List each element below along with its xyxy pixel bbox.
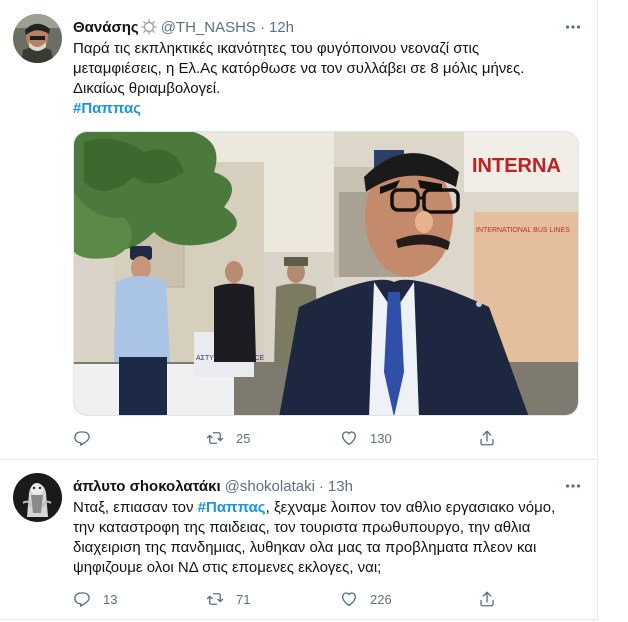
more-options-icon[interactable] — [563, 17, 583, 37]
share-icon — [480, 430, 494, 446]
reply-button[interactable]: 13 — [73, 590, 117, 608]
reply-button[interactable] — [73, 429, 103, 447]
like-button[interactable]: 226 — [340, 590, 392, 608]
retweet-button[interactable]: 71 — [206, 590, 250, 608]
share-button[interactable] — [478, 590, 496, 608]
tweet-actions: 25 130 — [73, 428, 583, 448]
heart-icon — [341, 592, 357, 607]
avatar[interactable] — [13, 473, 62, 522]
virus-emoji-icon — [141, 19, 157, 35]
like-count: 130 — [370, 430, 392, 446]
user-handle[interactable]: @TH_NASHS — [161, 19, 256, 36]
column-border — [597, 0, 598, 622]
tweet-header: Θανάσης @TH_NASHS · 12h — [73, 17, 583, 37]
share-icon — [480, 591, 494, 607]
heart-icon — [341, 431, 357, 446]
tweet-text-segment: , ξεχναμε λοιπον τον αθλιο εργασιακο νόμ… — [265, 499, 556, 516]
hashtag-link[interactable]: #Παππας — [73, 99, 583, 119]
hashtag-link[interactable]: #Παππας — [198, 499, 266, 516]
retweet-count: 71 — [236, 591, 251, 607]
shop-window-text: INTERNATIONAL BUS LINES — [476, 227, 570, 234]
like-button[interactable]: 130 — [340, 429, 392, 447]
tweet-header: άπλυτο σhοκολατάκι @shokolataki · 13h — [73, 476, 583, 496]
display-name[interactable]: Θανάσης — [73, 19, 139, 36]
separator-dot: · — [318, 477, 324, 495]
share-button[interactable] — [478, 429, 496, 447]
display-name[interactable]: άπλυτο σhοκολατάκι — [73, 478, 221, 495]
tweet-text-line: Νταξ, επιασαν τον #Παππας, ξεχναμε λοιπο… — [73, 498, 583, 518]
tweet-text-line: Δικαίως θριαμβολογεί. — [73, 80, 221, 97]
reply-icon — [74, 431, 90, 446]
tweet[interactable]: άπλυτο σhοκολατάκι @shokolataki · 13h Ντ… — [0, 460, 597, 619]
tweet-text: Νταξ, επιασαν τον #Παππας, ξεχναμε λοιπο… — [73, 498, 583, 578]
timeline: Θανάσης @TH_NASHS · 12h Παρά τις εκπληκτ… — [0, 0, 628, 622]
retweet-icon — [206, 593, 224, 605]
timestamp[interactable]: 13h — [328, 478, 353, 495]
tweet-text-line: την καταστροφη της παιδειας, τον τουριστ… — [73, 519, 531, 536]
tweet-text-line: μεταμφιέσεις, η Ελ.Ας κατόρθωσε να τον σ… — [73, 60, 525, 77]
retweet-count: 25 — [236, 430, 251, 446]
tweet[interactable]: Θανάσης @TH_NASHS · 12h Παρά τις εκπληκτ… — [0, 0, 597, 459]
timestamp[interactable]: 12h — [269, 19, 294, 36]
retweet-button[interactable]: 25 — [206, 429, 250, 447]
more-options-icon[interactable] — [563, 476, 583, 496]
shop-sign-text: INTERNA — [472, 155, 561, 177]
tweet-text-segment: Νταξ, επιασαν τον — [73, 499, 198, 516]
like-count: 226 — [370, 591, 392, 607]
tweet-text-line: διαχειριση της πανδημιας, λυθηκαν ολα μα… — [73, 539, 537, 556]
reply-icon — [74, 592, 90, 607]
retweet-icon — [206, 432, 224, 444]
user-handle[interactable]: @shokolataki — [225, 478, 315, 495]
separator-dot: · — [259, 18, 265, 36]
reply-count: 13 — [103, 591, 118, 607]
tweet-text: Παρά τις εκπληκτικές ικανότητες του φυγό… — [73, 39, 583, 119]
avatar[interactable] — [13, 14, 62, 63]
tweet-divider — [0, 619, 597, 620]
tweet-media-photo[interactable]: INTERNA INTERNATIONAL BUS LINES ΑΣΤΥΝΟΜΙ… — [73, 131, 579, 416]
tweet-text-line: Παρά τις εκπληκτικές ικανότητες του φυγό… — [73, 40, 480, 57]
tweet-actions: 13 71 226 — [73, 589, 583, 609]
tweet-text-line: ψηφιζουμε ολοι ΝΔ στις επομενες εκλογες,… — [73, 559, 382, 576]
